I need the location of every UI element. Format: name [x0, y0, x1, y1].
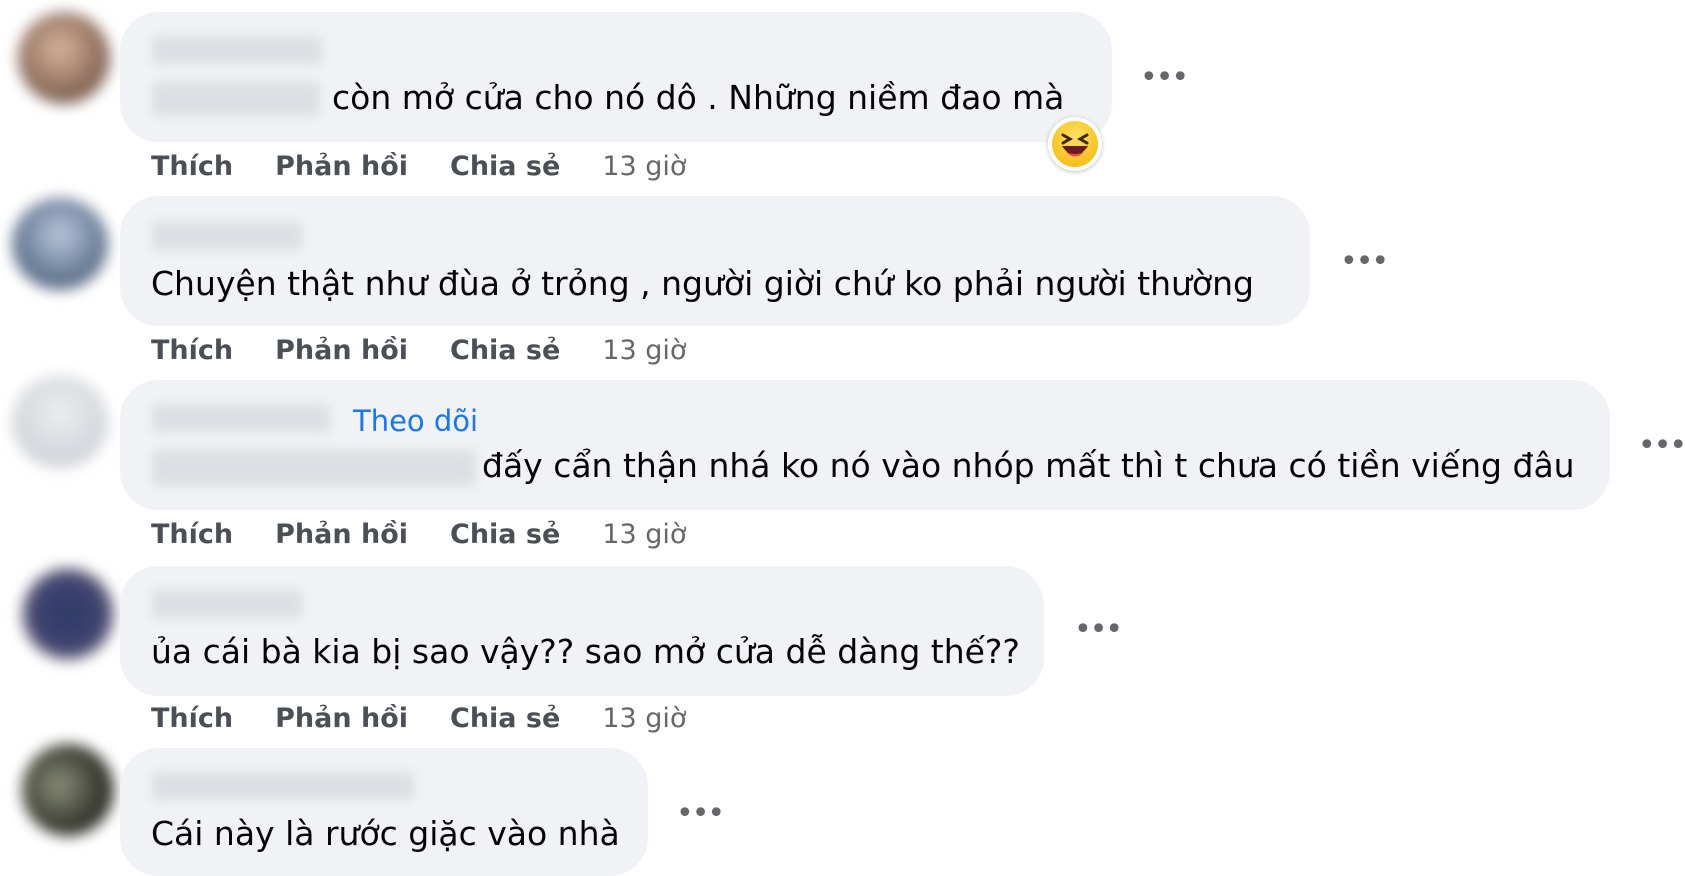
- follow-link[interactable]: Theo dõi: [353, 403, 478, 439]
- comment-text: đấy cẩn thận nhá ko nó vào nhóp mất thì …: [482, 446, 1575, 485]
- comment-bubble: [120, 380, 1610, 510]
- timestamp[interactable]: 13 giờ: [602, 703, 686, 734]
- avatar[interactable]: [12, 198, 108, 290]
- commenter-name-blurred[interactable]: [152, 772, 414, 800]
- like-button[interactable]: Thích: [151, 519, 233, 550]
- reply-button[interactable]: Phản hồi: [275, 151, 408, 182]
- like-button[interactable]: Thích: [151, 335, 233, 366]
- comment-actions: Thích Phản hồi Chia sẻ 13 giờ: [151, 146, 686, 186]
- like-button[interactable]: Thích: [151, 703, 233, 734]
- commenter-name-blurred[interactable]: [152, 404, 330, 432]
- avatar[interactable]: [12, 376, 108, 468]
- share-button[interactable]: Chia sẻ: [450, 519, 560, 550]
- tagged-name-blurred[interactable]: [152, 82, 320, 116]
- comment-text: Cái này là rước giặc vào nhà: [151, 814, 620, 853]
- comment-text: ủa cái bà kia bị sao vậy?? sao mở cửa dễ…: [151, 632, 1020, 671]
- timestamp[interactable]: 13 giờ: [602, 335, 686, 366]
- timestamp[interactable]: 13 giờ: [602, 151, 686, 182]
- commenter-name-blurred[interactable]: [152, 590, 302, 618]
- share-button[interactable]: Chia sẻ: [450, 151, 560, 182]
- comment-actions: Thích Phản hồi Chia sẻ 13 giờ: [151, 330, 686, 370]
- commenter-name-blurred[interactable]: [152, 222, 302, 250]
- timestamp[interactable]: 13 giờ: [602, 519, 686, 550]
- reply-button[interactable]: Phản hồi: [275, 703, 408, 734]
- comment-bubble: [120, 566, 1044, 696]
- avatar[interactable]: [22, 744, 114, 836]
- reply-button[interactable]: Phản hồi: [275, 335, 408, 366]
- comment-bubble: [120, 748, 648, 876]
- comment-bubble: [120, 12, 1112, 142]
- more-options-icon[interactable]: •••: [676, 799, 725, 829]
- comment-text: Chuyện thật như đùa ở trỏng , người giời…: [151, 264, 1254, 303]
- like-button[interactable]: Thích: [151, 151, 233, 182]
- avatar[interactable]: [18, 12, 110, 104]
- comment-text: còn mở cửa cho nó dô . Những niềm đao mà: [332, 78, 1065, 117]
- share-button[interactable]: Chia sẻ: [450, 335, 560, 366]
- comment-actions: Thích Phản hồi Chia sẻ 13 giờ: [151, 514, 686, 554]
- share-button[interactable]: Chia sẻ: [450, 703, 560, 734]
- more-options-icon[interactable]: •••: [1340, 247, 1389, 277]
- reply-button[interactable]: Phản hồi: [275, 519, 408, 550]
- commenter-name-blurred[interactable]: [152, 36, 322, 64]
- more-options-icon[interactable]: •••: [1638, 431, 1685, 461]
- comment-bubble: [120, 196, 1310, 326]
- avatar[interactable]: [22, 568, 114, 660]
- more-options-icon[interactable]: •••: [1074, 615, 1123, 645]
- comment-actions: Thích Phản hồi Chia sẻ 13 giờ: [151, 698, 686, 738]
- laughing-emoji-icon[interactable]: [1048, 117, 1102, 171]
- more-options-icon[interactable]: •••: [1140, 63, 1189, 93]
- tagged-name-blurred[interactable]: [152, 450, 476, 486]
